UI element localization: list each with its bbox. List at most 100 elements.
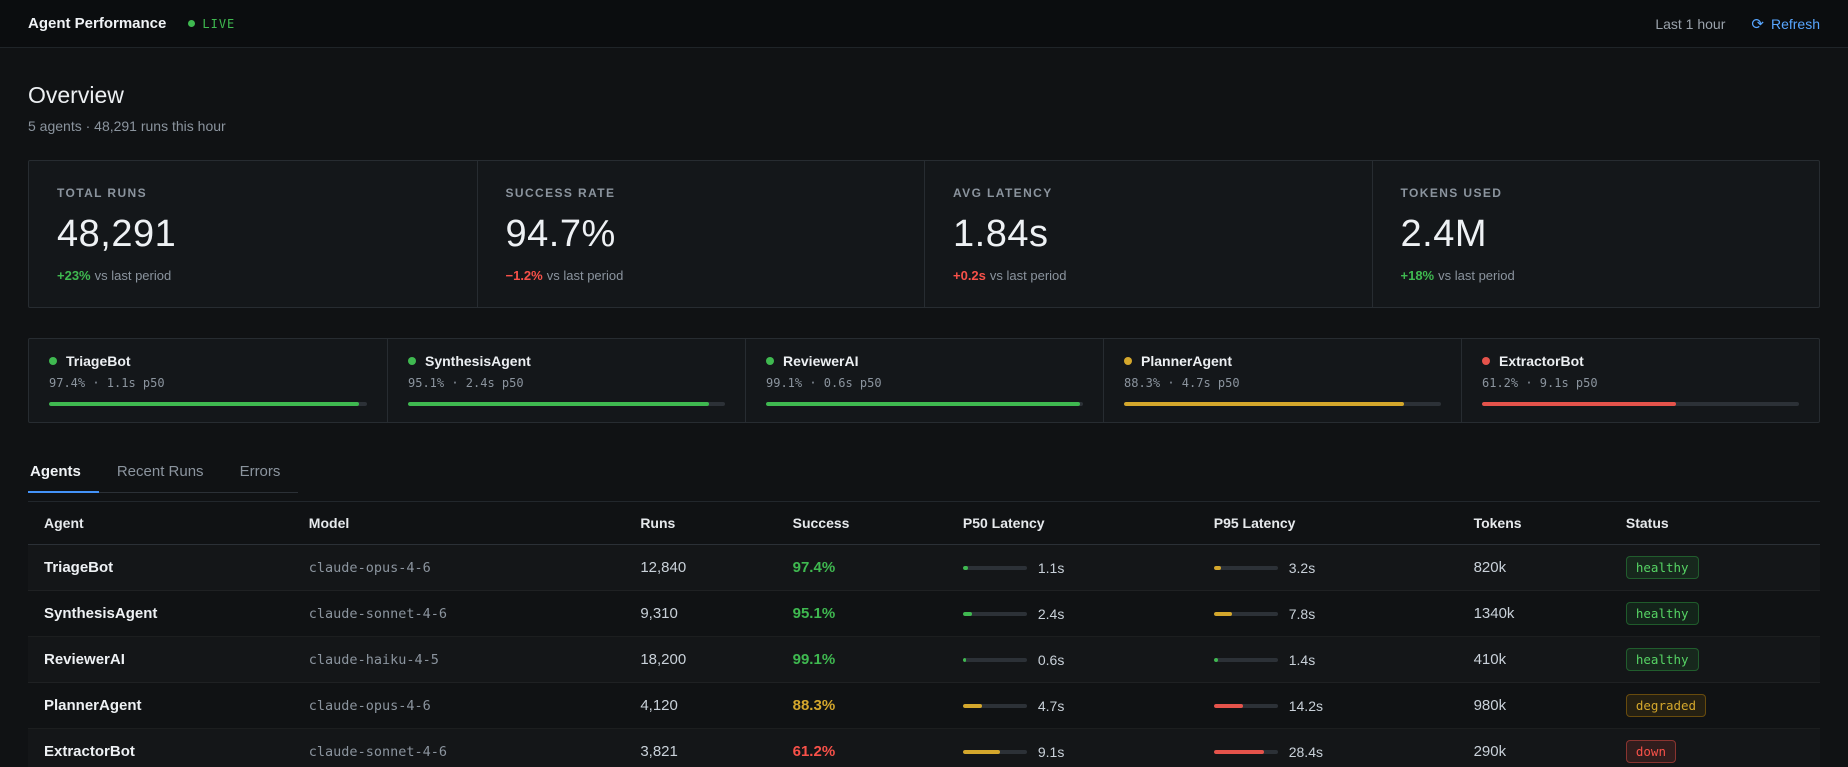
refresh-button[interactable]: ⟳ Refresh — [1751, 15, 1820, 33]
status-dot-icon — [1124, 357, 1132, 365]
p50-latency-cell: 2.4s — [950, 590, 1202, 637]
p50-bar-fill — [962, 565, 968, 570]
p95-latency-cell: 28.4s — [1201, 728, 1462, 767]
success-value: 95.1% — [792, 605, 836, 622]
agent-card-planneragent[interactable]: PlannerAgent 88.3% · 4.7s p50 — [1103, 339, 1461, 422]
table-row[interactable]: ExtractorBot claude-sonnet-4-6 3,821 61.… — [28, 728, 1820, 767]
agent-card-header: SynthesisAgent — [408, 353, 725, 369]
p95-bar-track — [1213, 565, 1278, 570]
p50-value: 1.1s — [1037, 559, 1065, 576]
p50-latency-cell: 4.7s — [950, 682, 1202, 729]
topbar-right: Last 1 hour ⟳ Refresh — [1655, 15, 1820, 33]
status-cell: healthy — [1613, 590, 1820, 637]
column-header-success: Success — [780, 501, 951, 545]
agent-card-name: ExtractorBot — [1499, 353, 1584, 369]
stat-label: TOTAL RUNS — [57, 186, 148, 200]
p95-latency-cell: 3.2s — [1201, 544, 1462, 591]
status-cell: healthy — [1613, 636, 1820, 683]
time-range-selector[interactable]: Last 1 hour — [1655, 16, 1725, 32]
runs-cell: 18,200 — [628, 636, 781, 683]
agent-name-cell: ExtractorBot — [28, 728, 297, 767]
stat-delta: +18% vs last period — [1401, 268, 1792, 283]
refresh-label: Refresh — [1770, 15, 1820, 32]
p50-value: 9.1s — [1037, 743, 1065, 760]
p50-latency-cell: 1.1s — [950, 544, 1202, 591]
table-row[interactable]: SynthesisAgent claude-sonnet-4-6 9,310 9… — [28, 590, 1820, 637]
success-value: 61.2% — [792, 743, 836, 760]
topbar: Agent Performance LIVE Last 1 hour ⟳ Ref… — [0, 0, 1848, 48]
agent-card-extractorbot[interactable]: ExtractorBot 61.2% · 9.1s p50 — [1461, 339, 1819, 422]
success-bar-track — [1482, 402, 1799, 406]
status-cell: degraded — [1613, 682, 1820, 729]
delta-value: −1.2% — [505, 268, 543, 283]
tab-recent-runs[interactable]: Recent Runs — [99, 453, 222, 493]
agent-card-header: PlannerAgent — [1124, 353, 1441, 369]
p50-value: 0.6s — [1037, 651, 1065, 668]
success-cell: 99.1% — [780, 636, 951, 683]
status-badge: healthy — [1625, 648, 1699, 671]
refresh-icon: ⟳ — [1751, 15, 1764, 33]
success-bar-fill — [766, 402, 1081, 406]
tokens-cell: 980k — [1461, 682, 1614, 729]
tokens-cell: 1340k — [1461, 590, 1614, 637]
p95-bar-fill — [1213, 703, 1244, 708]
tab-errors[interactable]: Errors — [222, 453, 299, 493]
stat-label: AVG LATENCY — [953, 186, 1053, 200]
delta-value: +18% — [1400, 268, 1435, 283]
table-row[interactable]: PlannerAgent claude-opus-4-6 4,120 88.3%… — [28, 682, 1820, 729]
agent-card-name: SynthesisAgent — [425, 353, 531, 369]
status-badge: healthy — [1625, 556, 1699, 579]
p95-bar-fill — [1213, 611, 1232, 616]
stat-card-success-rate: SUCCESS RATE 94.7% −1.2% vs last period — [476, 161, 925, 307]
table-row[interactable]: TriageBot claude-opus-4-6 12,840 97.4% 1… — [28, 544, 1820, 591]
tokens-cell: 290k — [1461, 728, 1614, 767]
success-bar-track — [408, 402, 725, 406]
column-header-runs: Runs — [628, 501, 781, 545]
p50-bar-track — [962, 657, 1027, 662]
agent-card-triagebot[interactable]: TriageBot 97.4% · 1.1s p50 — [29, 339, 387, 422]
delta-suffix: vs last period — [989, 268, 1067, 283]
p50-value: 2.4s — [1037, 605, 1065, 622]
stat-card-total-runs: TOTAL RUNS 48,291 +23% vs last period — [29, 161, 477, 307]
stat-value: 48,291 — [57, 213, 177, 255]
stat-card-avg-latency: AVG LATENCY 1.84s +0.2s vs last period — [924, 161, 1372, 307]
runs-cell: 4,120 — [628, 682, 781, 729]
status-dot-icon — [1482, 357, 1490, 365]
tab-bar: Agents Recent Runs Errors — [28, 453, 299, 493]
delta-value: +23% — [57, 268, 91, 283]
agent-card-synthesisagent[interactable]: SynthesisAgent 95.1% · 2.4s p50 — [387, 339, 745, 422]
stat-delta: +23% vs last period — [57, 268, 449, 283]
success-bar-track — [766, 402, 1083, 406]
runs-cell: 3,821 — [628, 728, 781, 767]
agent-name-cell: PlannerAgent — [28, 682, 297, 729]
runs-cell: 12,840 — [628, 544, 781, 591]
model-cell: claude-opus-4-6 — [296, 682, 629, 729]
stat-card-tokens-used: TOKENS USED 2.4M +18% vs last period — [1371, 161, 1820, 307]
live-dot-icon — [188, 20, 196, 27]
column-header-agent: Agent — [28, 501, 297, 545]
status-cell: healthy — [1613, 544, 1820, 591]
success-cell: 95.1% — [780, 590, 951, 637]
success-value: 88.3% — [792, 697, 836, 714]
live-label: LIVE — [202, 16, 236, 31]
p50-latency-cell: 0.6s — [950, 636, 1202, 683]
topbar-left: Agent Performance LIVE — [28, 15, 235, 32]
p95-latency-cell: 1.4s — [1201, 636, 1462, 683]
agent-name-cell: TriageBot — [28, 544, 297, 591]
column-header-status: Status — [1613, 501, 1820, 545]
table-row[interactable]: ReviewerAI claude-haiku-4-5 18,200 99.1%… — [28, 636, 1820, 683]
p95-bar-fill — [1213, 657, 1218, 662]
status-dot-icon — [408, 357, 416, 365]
agent-card-stats: 61.2% · 9.1s p50 — [1482, 376, 1598, 390]
success-bar-fill — [49, 402, 359, 406]
success-bar-fill — [408, 402, 710, 406]
agent-card-reviewerai[interactable]: ReviewerAI 99.1% · 0.6s p50 — [745, 339, 1103, 422]
model-cell: claude-haiku-4-5 — [296, 636, 629, 683]
p95-bar-track — [1213, 749, 1278, 754]
tab-agents[interactable]: Agents — [28, 453, 99, 493]
success-value: 99.1% — [792, 651, 836, 668]
p95-bar-fill — [1213, 749, 1264, 754]
live-indicator: LIVE — [188, 17, 235, 31]
tokens-cell: 820k — [1461, 544, 1614, 591]
p50-bar-track — [962, 749, 1027, 754]
